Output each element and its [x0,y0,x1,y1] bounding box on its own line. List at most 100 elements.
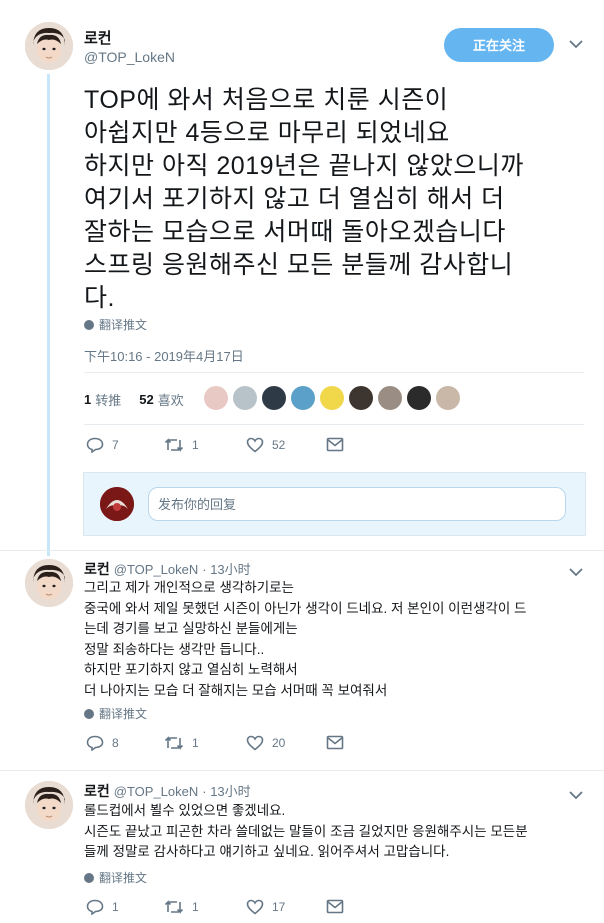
translate-label: 翻译推文 [99,871,148,885]
reply-header: 로컨 @TOP_LokeN · 13小时 [84,559,251,579]
reply-time[interactable]: · 13小时 [202,781,250,800]
reply-composer: 发布你的回复 [83,472,586,536]
thread-line [47,74,50,556]
like-label[interactable]: 喜欢 [158,390,184,409]
liker-avatar[interactable] [407,386,431,410]
liker-avatars [204,386,465,410]
liker-avatar[interactable] [291,386,315,410]
tweet-text-line: 아쉽지만 4등으로 마무리 되었네요 [84,119,450,147]
retweet-count: 1 [192,736,199,750]
reply-icon [86,437,104,453]
like-action[interactable]: 52 [246,437,285,453]
like-count: 17 [272,900,286,914]
translate-link[interactable]: 翻译推文 [84,705,147,722]
translate-label: 翻译推文 [99,318,148,332]
liker-avatar[interactable] [349,386,373,410]
envelope-icon [326,437,344,452]
tweet-text-line: 잘하는 모습으로 서머때 돌아오겠습니다 [84,218,506,246]
reply-action[interactable]: 7 [86,437,119,453]
like-action[interactable]: 17 [246,899,285,915]
liker-avatar[interactable] [233,386,257,410]
heart-icon [246,735,264,751]
retweet-action[interactable]: 1 [164,735,199,751]
reply-text-line: 는데 경기를 보고 실망하신 분들에게는 [84,621,298,636]
liker-avatar[interactable] [378,386,402,410]
reply-count: 7 [112,438,119,452]
reply-text: 롤드컵에서 뵐수 있었으면 좋겠네요. 시즌도 끝났고 피곤한 차라 쓸데없는 … [84,801,594,863]
liker-avatar[interactable] [320,386,344,410]
translate-link[interactable]: 翻译推文 [84,316,147,333]
tweet-text-line: 다. [84,284,115,312]
reply-header: 로컨 @TOP_LokeN · 13小时 [84,781,251,801]
like-action[interactable]: 20 [246,735,285,751]
like-count: 20 [272,736,286,750]
tweet-text-line: TOP에 와서 처음으로 치룬 시즌이 [84,86,449,114]
tweet-timestamp[interactable]: 下午10:16 - 2019年4月17日 [84,346,244,365]
reply-input[interactable]: 发布你的回复 [148,487,566,521]
divider [84,424,584,425]
reply-text-line: 그리고 제가 개인적으로 생각하기로는 [84,580,294,595]
divider [84,372,584,373]
like-count[interactable]: 52 [139,392,153,407]
author-name[interactable]: 로컨 [84,27,112,48]
message-action[interactable] [326,899,344,914]
globe-icon [84,319,94,330]
globe-icon [84,708,94,719]
heart-icon [246,899,264,915]
liker-avatar[interactable] [436,386,460,410]
following-button[interactable]: 正在关注 [444,28,554,62]
tweet-text: TOP에 와서 처음으로 치룬 시즌이 아쉽지만 4등으로 마무리 되었네요 하… [84,84,594,315]
reply-text-line: 더 나아지는 모습 더 잘해지는 모습 서머때 꼭 보여줘서 [84,682,388,698]
envelope-icon [326,899,344,914]
reply-author-name[interactable]: 로컨 [84,781,110,801]
reply-text-line: 중국에 와서 제일 못했던 시즌이 아닌가 생각이 드네요. 저 본인이 이런생… [84,600,527,616]
reply-text-line: 시즌도 끝났고 피곤한 차라 쓸데없는 말들이 조금 길었지만 응원해주시는 모… [84,823,528,839]
author-handle[interactable]: @TOP_LokeN [84,49,175,65]
reply-count: 1 [112,900,119,914]
liker-avatar[interactable] [204,386,228,410]
divider [0,770,604,771]
retweet-icon [164,736,184,750]
message-action[interactable] [326,437,344,452]
like-count: 52 [272,438,286,452]
reply-text-line: 들께 정말로 감사하다고 얘기하고 싶네요. 읽어주셔서 고맙습니다. [84,844,450,859]
reply-author-handle[interactable]: @TOP_LokeN [114,784,199,799]
reply-author-avatar[interactable] [25,559,73,607]
reply-text: 그리고 제가 개인적으로 생각하기로는 중국에 와서 제일 못했던 시즌이 아닌… [84,578,594,701]
reply-author-name[interactable]: 로컨 [84,559,110,579]
reply-text-line: 롤드컵에서 뵐수 있었으면 좋겠네요. [84,803,286,818]
envelope-icon [326,735,344,750]
retweet-count: 1 [192,438,199,452]
retweet-count[interactable]: 1 [84,392,91,407]
heart-icon [246,437,264,453]
reply-action[interactable]: 1 [86,899,119,915]
message-action[interactable] [326,735,344,750]
retweet-action[interactable]: 1 [164,437,199,453]
author-avatar[interactable] [25,22,73,70]
retweet-action[interactable]: 1 [164,899,199,915]
tweet-text-line: 하지만 아직 2019년은 끝나지 않았으니까 [84,152,524,180]
translate-link[interactable]: 翻译推文 [84,869,147,886]
reply-time[interactable]: · 13小时 [202,559,250,578]
chevron-down-icon[interactable] [569,36,583,52]
reply-icon [86,735,104,751]
reply-placeholder: 发布你的回复 [158,497,237,512]
tweet-text-line: 여기서 포기하지 않고 더 열심히 해서 더 [84,185,505,213]
reply-text-line: 하지만 포기하지 않고 열심히 노력해서 [84,662,298,677]
liker-avatar[interactable] [262,386,286,410]
retweet-icon [164,438,184,452]
retweet-label[interactable]: 转推 [95,390,121,409]
retweet-count: 1 [192,900,199,914]
reply-count: 8 [112,736,119,750]
translate-label: 翻译推文 [99,707,148,721]
reply-icon [86,899,104,915]
user-avatar[interactable] [100,487,134,521]
tweet-text-line: 스프링 응원해주신 모든 분들께 감사합니 [84,251,514,279]
reply-action[interactable]: 8 [86,735,119,751]
reply-text-line: 정말 죄송하다는 생각만 듭니다.. [84,641,265,657]
divider [0,550,604,551]
reply-author-handle[interactable]: @TOP_LokeN [114,562,199,577]
globe-icon [84,872,94,883]
reply-author-avatar[interactable] [25,781,73,829]
tweet-stats: 1 转推 52 喜欢 [84,390,184,409]
